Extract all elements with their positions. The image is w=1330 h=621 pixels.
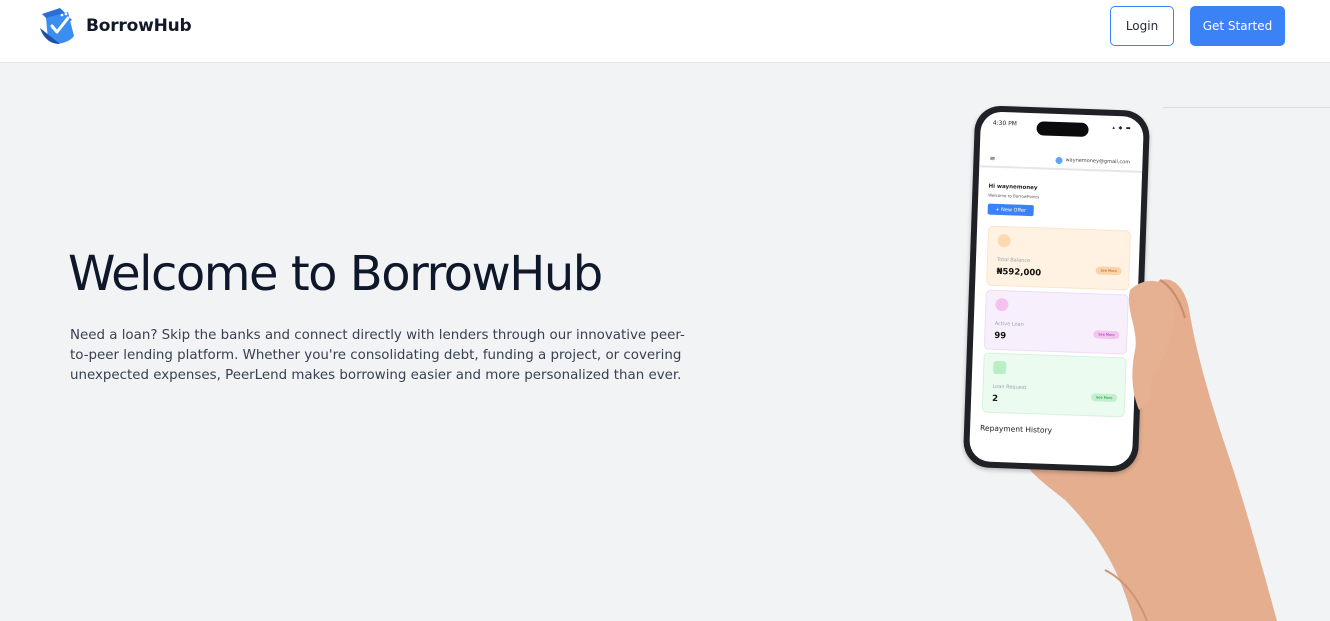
thumb-illustration [1128,280,1174,410]
login-button[interactable]: Login [1110,6,1174,46]
site-header: BorrowHub Login Get Started [0,0,1330,63]
phone-illustration: 4:30 PM ▴ ◆ ▬ ≡ waynemoney@gmail.com Hi … [925,100,1330,621]
brand-name: BorrowHub [86,16,192,36]
hero-description: Need a loan? Skip the banks and connect … [70,328,685,383]
hero-title: Welcome to BorrowHub [68,246,603,302]
borrowhub-logo-icon [40,8,74,44]
get-started-button[interactable]: Get Started [1190,6,1285,46]
brand[interactable]: BorrowHub [38,6,192,46]
